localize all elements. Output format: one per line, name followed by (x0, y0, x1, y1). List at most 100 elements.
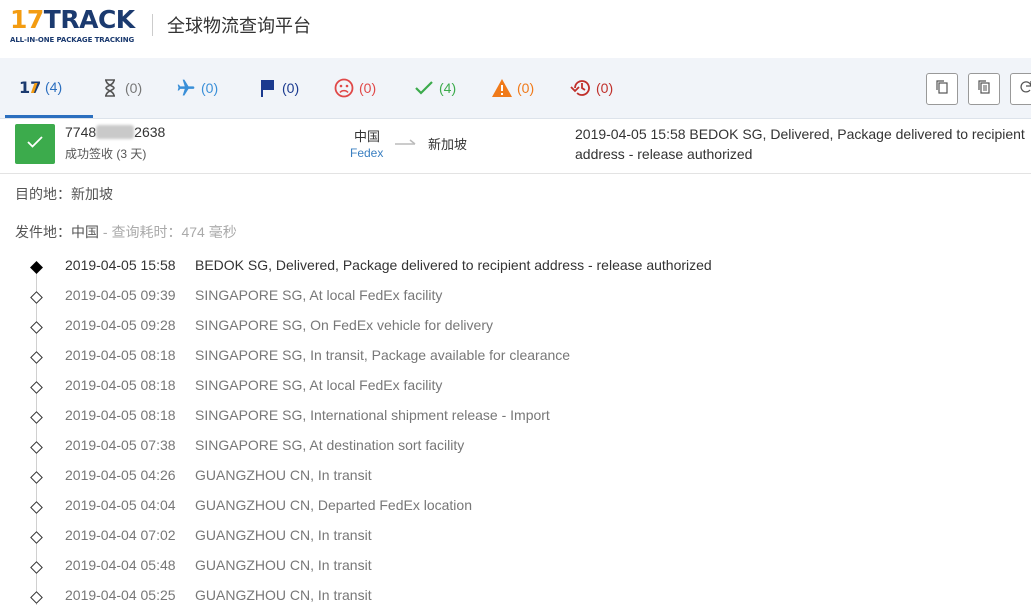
hourglass-icon (99, 77, 121, 99)
timeline-event: 2019-04-04 07:02 GUANGZHOU CN, In transi… (0, 527, 1031, 557)
tab-all[interactable]: 17 (4) (5, 58, 93, 118)
checkmark-icon (27, 135, 43, 153)
tab-count: (0) (201, 80, 219, 96)
timeline-event: 2019-04-04 05:25 GUANGZHOU CN, In transi… (0, 587, 1031, 605)
tracking-number-prefix: 7748 (65, 124, 97, 140)
header: 17TRACK ALL-IN-ONE PACKAGE TRACKING 全球物流… (0, 0, 1031, 58)
origin-value: ：中国 (57, 224, 99, 240)
timeline-event: 2019-04-05 08:18 SINGAPORE SG, Internati… (0, 407, 1031, 437)
timeline-event: 2019-04-05 15:58 BEDOK SG, Delivered, Pa… (0, 257, 1031, 287)
timeline-dot-icon (30, 321, 43, 334)
event-time: 2019-04-05 08:18 (65, 347, 176, 363)
timeline-dot-icon (30, 591, 43, 604)
timeline-event: 2019-04-05 04:26 GUANGZHOU CN, In transi… (0, 467, 1031, 497)
event-time: 2019-04-05 04:26 (65, 467, 176, 483)
refresh-button[interactable] (1010, 73, 1031, 105)
tab-delivered[interactable]: (4) (413, 58, 456, 118)
carrier-link[interactable]: Fedex (350, 146, 383, 160)
destination-info: 目的地：新加坡 (15, 184, 113, 204)
tab-count: (4) (45, 78, 63, 95)
tab-count: (0) (517, 80, 535, 96)
tab-undelivered[interactable]: (0) (333, 58, 376, 118)
origin-country: 中国 (354, 129, 381, 144)
event-time: 2019-04-04 05:25 (65, 587, 176, 603)
event-time: 2019-04-05 08:18 (65, 407, 176, 423)
timeline-dot-icon (30, 411, 43, 424)
tab-count: (0) (125, 80, 143, 96)
timeline-event: 2019-04-05 04:04 GUANGZHOU CN, Departed … (0, 497, 1031, 527)
timeline-dot-icon (30, 291, 43, 304)
refresh-icon (1019, 80, 1031, 99)
header-divider (152, 14, 153, 36)
history-icon (570, 77, 592, 99)
tab-count: (0) (359, 80, 377, 96)
tab-count: (0) (282, 80, 300, 96)
tab-count: (0) (596, 80, 614, 96)
tracking-number[interactable]: 7748 2638 (65, 124, 165, 140)
copy-button[interactable] (926, 73, 958, 105)
event-time: 2019-04-05 04:04 (65, 497, 176, 513)
destination-value: ：新加坡 (57, 186, 113, 202)
copy-details-icon (978, 79, 990, 99)
origin-label: 发件地 (15, 224, 57, 240)
query-time: - 查询耗时：474 毫秒 (99, 224, 237, 240)
event-description: BEDOK SG, Delivered, Package delivered t… (195, 257, 712, 273)
package-status-text: 成功签收 (3 天) (65, 147, 147, 161)
event-time: 2019-04-04 07:02 (65, 527, 176, 543)
tab-alert[interactable]: (0) (491, 58, 534, 118)
event-description: SINGAPORE SG, At destination sort facili… (195, 437, 465, 453)
svg-text:17: 17 (19, 79, 41, 95)
event-time: 2019-04-05 07:38 (65, 437, 176, 453)
logo-tagline: ALL-IN-ONE PACKAGE TRACKING (10, 36, 135, 44)
copy-icon (936, 79, 948, 99)
tab-not-found[interactable]: (0) (99, 58, 142, 118)
event-time: 2019-04-05 15:58 (65, 257, 176, 273)
tab-pickup[interactable]: (0) (256, 58, 299, 118)
timeline-dot-icon (30, 561, 43, 574)
copy-all-button[interactable] (968, 73, 1000, 105)
tab-expired[interactable]: (0) (570, 58, 613, 118)
package-summary-row[interactable]: 7748 2638 成功签收 (3 天) 中国 Fedex 新加坡 2019-04… (0, 119, 1031, 174)
timeline-dot-icon (30, 501, 43, 514)
timeline-event: 2019-04-05 09:28 SINGAPORE SG, On FedEx … (0, 317, 1031, 347)
timeline-dot-icon (30, 471, 43, 484)
event-time: 2019-04-05 08:18 (65, 377, 176, 393)
17track-logo[interactable]: 17TRACK ALL-IN-ONE PACKAGE TRACKING (10, 7, 140, 45)
tab-in-transit[interactable]: (0) (175, 58, 218, 118)
event-description: SINGAPORE SG, At local FedEx facility (195, 287, 443, 303)
delivered-status-badge (15, 124, 55, 164)
17-logo-icon: 17 (19, 76, 41, 98)
destination-label: 目的地 (15, 186, 57, 202)
timeline-event: 2019-04-05 07:38 SINGAPORE SG, At destin… (0, 437, 1031, 467)
timeline-dot-icon (30, 381, 43, 394)
event-description: SINGAPORE SG, In transit, Package availa… (195, 347, 571, 363)
event-description: GUANGZHOU CN, Departed FedEx location (195, 497, 472, 513)
timeline-dot-icon (30, 531, 43, 544)
status-filter-bar: 17 (4) (0) (0) (0) (0) (4) (0) (0) (0, 58, 1031, 119)
latest-event-text: 2019-04-05 15:58 BEDOK SG, Delivered, Pa… (575, 126, 1025, 162)
route-arrow-icon (394, 136, 418, 148)
tab-count: (4) (439, 80, 457, 96)
event-time: 2019-04-05 09:28 (65, 317, 176, 333)
airplane-icon (175, 77, 197, 99)
event-description: GUANGZHOU CN, In transit (195, 527, 372, 543)
event-description: SINGAPORE SG, On FedEx vehicle for deliv… (195, 317, 493, 333)
event-description: SINGAPORE SG, International shipment rel… (195, 407, 550, 423)
event-description: GUANGZHOU CN, In transit (195, 587, 372, 603)
event-time: 2019-04-05 09:39 (65, 287, 176, 303)
checkmark-icon (413, 77, 435, 99)
event-description: GUANGZHOU CN, In transit (195, 467, 372, 483)
tracking-number-suffix: 2638 (134, 124, 166, 140)
timeline-event: 2019-04-05 08:18 SINGAPORE SG, At local … (0, 377, 1031, 407)
timeline-event: 2019-04-05 09:39 SINGAPORE SG, At local … (0, 287, 1031, 317)
event-description: SINGAPORE SG, At local FedEx facility (195, 377, 443, 393)
timeline-event: 2019-04-04 05:48 GUANGZHOU CN, In transi… (0, 557, 1031, 587)
event-description: GUANGZHOU CN, In transit (195, 557, 372, 573)
flag-icon (256, 77, 278, 99)
warning-icon (491, 77, 513, 99)
page-title: 全球物流查询平台 (167, 16, 311, 37)
redacted-digits (96, 125, 135, 139)
event-time: 2019-04-04 05:48 (65, 557, 176, 573)
logo-wordmark: 17TRACK (10, 5, 135, 34)
origin-info: 发件地：中国 - 查询耗时：474 毫秒 (15, 222, 237, 242)
